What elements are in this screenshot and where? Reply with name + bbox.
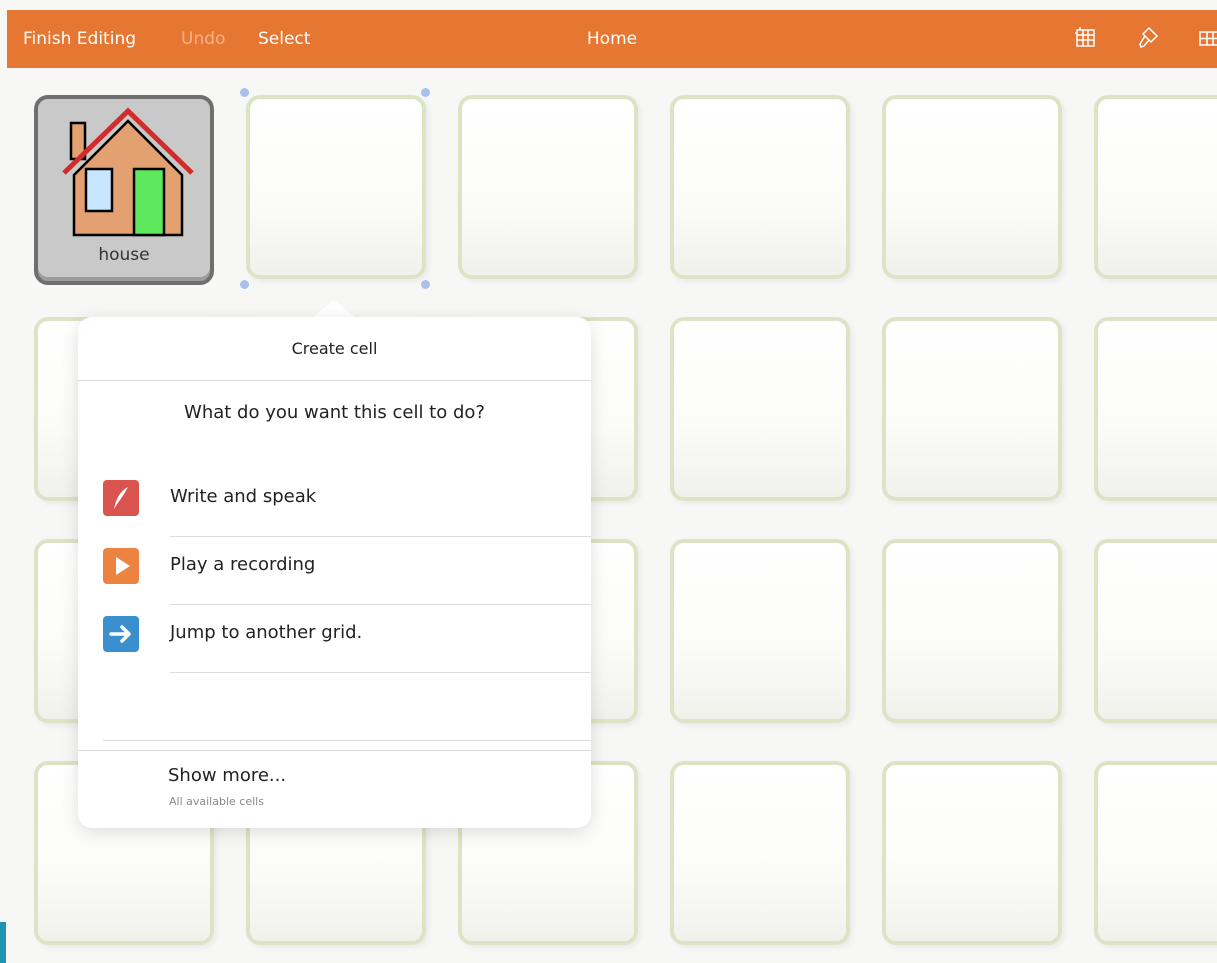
show-more-button[interactable]: Show more... All available cells <box>78 757 591 827</box>
create-cell-popover: Create cell What do you want this cell t… <box>78 317 591 828</box>
popover-question: What do you want this cell to do? <box>184 402 485 423</box>
grid-settings-icon[interactable] <box>1072 24 1100 52</box>
selection-handle[interactable] <box>240 88 249 97</box>
selection-handle[interactable] <box>421 280 430 289</box>
arrow-right-icon <box>103 616 139 652</box>
divider <box>170 672 591 673</box>
play-icon <box>103 548 139 584</box>
empty-cell[interactable] <box>882 761 1062 945</box>
empty-cell[interactable] <box>882 95 1062 279</box>
option-label: Jump to another grid. <box>170 622 363 643</box>
option-label: Write and speak <box>170 486 317 507</box>
empty-cell[interactable] <box>882 539 1062 723</box>
empty-cell[interactable] <box>670 95 850 279</box>
popover-arrow <box>312 300 356 318</box>
page-title: Home <box>586 29 638 49</box>
top-toolbar: Finish Editing Undo Select Home <box>7 10 1217 68</box>
house-icon <box>62 107 194 237</box>
divider <box>78 750 591 751</box>
empty-cell[interactable] <box>882 317 1062 501</box>
edge-indicator <box>0 922 6 963</box>
divider <box>170 536 591 537</box>
option-play-recording[interactable]: Play a recording <box>78 548 591 616</box>
empty-cell[interactable] <box>1094 539 1217 723</box>
cell-house[interactable]: house <box>34 95 214 285</box>
show-more-label: Show more... <box>168 765 287 786</box>
selection-handle[interactable] <box>240 280 249 289</box>
grid-icon[interactable] <box>1197 24 1217 52</box>
empty-cell[interactable] <box>670 317 850 501</box>
paintbrush-icon[interactable] <box>1135 24 1163 52</box>
popover-title: Create cell <box>78 317 591 381</box>
option-jump-to-grid[interactable]: Jump to another grid. <box>78 616 591 684</box>
empty-cell[interactable] <box>1094 317 1217 501</box>
show-more-sublabel: All available cells <box>169 795 264 808</box>
empty-cell[interactable] <box>458 95 638 279</box>
quill-icon <box>103 480 139 516</box>
empty-cell[interactable] <box>1094 761 1217 945</box>
selection-handle[interactable] <box>421 88 430 97</box>
house-cell-label: house <box>98 245 150 265</box>
option-label: Play a recording <box>170 554 316 575</box>
empty-cell[interactable] <box>670 539 850 723</box>
empty-cell[interactable] <box>1094 95 1217 279</box>
cell-selected[interactable] <box>246 95 426 279</box>
divider <box>103 740 591 741</box>
empty-cell[interactable] <box>670 761 850 945</box>
option-write-and-speak[interactable]: Write and speak <box>78 480 591 548</box>
divider <box>170 604 591 605</box>
